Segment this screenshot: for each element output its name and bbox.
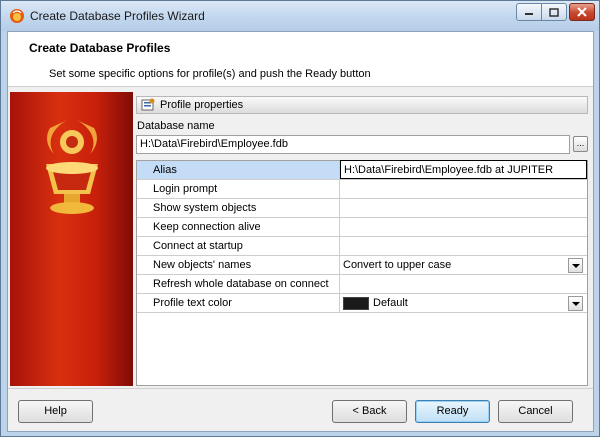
property-row-login-prompt[interactable]: Login prompt [137, 180, 587, 199]
maximize-button[interactable] [541, 3, 567, 21]
property-name: Connect at startup [137, 237, 340, 255]
select-value: Convert to upper case [343, 259, 452, 271]
select-value: Default [373, 297, 408, 309]
minimize-icon [525, 13, 533, 15]
browse-button[interactable]: ... [573, 136, 588, 152]
property-row-show-system-objects[interactable]: Show system objects [137, 199, 587, 218]
window-title: Create Database Profiles Wizard [30, 9, 205, 23]
property-row-profile-text-color[interactable]: Profile text color Default [137, 294, 587, 313]
new-objects-names-select[interactable]: Convert to upper case [340, 256, 587, 274]
property-name: Profile text color [137, 294, 340, 312]
property-row-connect-at-startup[interactable]: Connect at startup [137, 237, 587, 256]
database-name-label: Database name [137, 120, 215, 132]
property-name: Show system objects [137, 199, 340, 217]
property-value [340, 180, 587, 198]
close-icon [577, 7, 587, 17]
footer-divider [8, 388, 593, 389]
property-name: New objects' names [137, 256, 340, 274]
cancel-button[interactable]: Cancel [498, 400, 573, 423]
wizard-client: Create Database Profiles Set some specif… [7, 31, 594, 432]
property-name: Login prompt [137, 180, 340, 198]
property-row-alias[interactable]: Alias H:\Data\Firebird\Employee.fdb at J… [137, 160, 587, 180]
property-row-keep-connection-alive[interactable]: Keep connection alive [137, 218, 587, 237]
close-button[interactable] [569, 3, 595, 21]
wizard-window: Create Database Profiles Wizard Create D… [0, 0, 600, 437]
color-swatch [343, 297, 369, 310]
title-bar: Create Database Profiles Wizard [1, 1, 599, 31]
property-row-new-objects-names[interactable]: New objects' names Convert to upper case [137, 256, 587, 275]
alias-input[interactable]: H:\Data\Firebird\Employee.fdb at JUPITER [340, 160, 587, 179]
back-button[interactable]: < Back [332, 400, 407, 423]
page-title: Create Database Profiles [29, 41, 171, 55]
property-name: Keep connection alive [137, 218, 340, 236]
firebird-logo-icon [46, 118, 98, 214]
property-value [340, 199, 587, 217]
maximize-icon [549, 7, 559, 17]
profile-properties-icon [141, 98, 155, 111]
ready-button[interactable]: Ready [415, 400, 490, 423]
wizard-header: Create Database Profiles Set some specif… [8, 32, 593, 87]
chevron-down-icon[interactable] [568, 258, 583, 273]
help-button[interactable]: Help [18, 400, 93, 423]
property-value [340, 237, 587, 255]
app-icon [10, 9, 24, 23]
property-name: Refresh whole database on connect [137, 275, 340, 293]
page-subtitle: Set some specific options for profile(s)… [49, 68, 371, 80]
profile-properties-header: Profile properties [136, 96, 588, 114]
property-row-refresh-whole-database[interactable]: Refresh whole database on connect [137, 275, 587, 294]
side-banner [10, 92, 133, 386]
property-value [340, 275, 587, 293]
properties-grid: Alias H:\Data\Firebird\Employee.fdb at J… [136, 160, 588, 386]
minimize-button[interactable] [516, 3, 542, 21]
profile-text-color-select[interactable]: Default [340, 294, 587, 312]
profile-properties-label: Profile properties [160, 99, 244, 111]
database-name-input[interactable]: H:\Data\Firebird\Employee.fdb [136, 135, 570, 154]
chevron-down-icon[interactable] [568, 296, 583, 311]
property-name: Alias [137, 161, 340, 179]
property-value [340, 218, 587, 236]
